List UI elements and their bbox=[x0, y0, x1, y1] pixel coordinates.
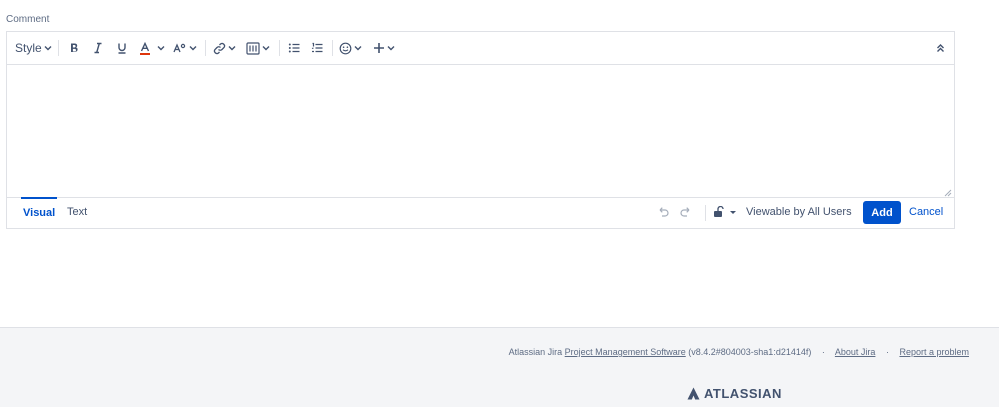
bold-button[interactable] bbox=[65, 32, 83, 64]
footer-credits: Atlassian Jira Project Management Softwa… bbox=[509, 347, 969, 357]
chevron-down-icon bbox=[157, 46, 165, 51]
text-color-icon bbox=[140, 41, 150, 55]
add-button[interactable]: Add bbox=[863, 201, 901, 224]
bold-icon bbox=[71, 43, 78, 52]
resize-handle-icon[interactable] bbox=[943, 188, 952, 197]
link-icon bbox=[213, 42, 225, 54]
emoji-icon bbox=[339, 42, 351, 54]
report-problem-link[interactable]: Report a problem bbox=[899, 347, 969, 357]
bullet-list-icon bbox=[288, 43, 300, 53]
comment-textarea[interactable] bbox=[7, 64, 954, 198]
numbered-list-button[interactable] bbox=[308, 32, 326, 64]
footer-divider bbox=[705, 205, 706, 221]
chevron-down-icon bbox=[228, 46, 235, 51]
style-label: Style bbox=[15, 41, 42, 55]
underline-button[interactable] bbox=[113, 32, 131, 64]
visibility-dropdown[interactable] bbox=[713, 206, 737, 218]
emoticon-button[interactable] bbox=[337, 32, 363, 64]
text-format-icon bbox=[173, 43, 186, 53]
link-button[interactable] bbox=[211, 32, 237, 64]
product-link[interactable]: Project Management Software bbox=[565, 347, 686, 357]
tab-visual[interactable]: Visual bbox=[21, 197, 58, 227]
collapse-toolbar-button[interactable] bbox=[931, 32, 949, 64]
chevron-down-icon bbox=[262, 46, 270, 51]
separator-dot: · bbox=[821, 347, 825, 357]
toolbar-divider bbox=[332, 40, 333, 56]
editor-footer: Visual Text Viewable by All Users Add Ca… bbox=[7, 197, 954, 228]
version-text: (v8.4.2#804003-sha1:d21414f) bbox=[688, 347, 812, 357]
chevron-down-icon bbox=[189, 46, 197, 51]
separator-dot: · bbox=[885, 347, 889, 357]
caret-down-icon bbox=[730, 211, 736, 214]
text-color-button[interactable] bbox=[136, 32, 154, 64]
italic-button[interactable] bbox=[89, 32, 107, 64]
undo-icon[interactable] bbox=[657, 207, 669, 217]
bullet-list-button[interactable] bbox=[285, 32, 303, 64]
chevron-down-icon bbox=[354, 46, 361, 51]
comment-label: Comment bbox=[6, 14, 50, 25]
redo-icon[interactable] bbox=[680, 207, 692, 217]
editor-toolbar: Style bbox=[7, 32, 954, 65]
unlock-icon bbox=[714, 206, 724, 217]
chevron-down-icon bbox=[44, 46, 52, 51]
attachment-button[interactable] bbox=[245, 32, 271, 64]
about-jira-link[interactable]: About Jira bbox=[835, 347, 876, 357]
insert-more-button[interactable] bbox=[371, 32, 397, 64]
cancel-link[interactable]: Cancel bbox=[909, 206, 943, 218]
toolbar-divider bbox=[279, 40, 280, 56]
toolbar-divider bbox=[205, 40, 206, 56]
double-chevron-up-icon bbox=[936, 44, 944, 52]
tab-text[interactable]: Text bbox=[67, 198, 87, 226]
page-footer: Atlassian Jira Project Management Softwa… bbox=[0, 327, 999, 407]
comment-editor: Style Visual Text Viewable by All Users … bbox=[6, 31, 955, 229]
attachment-icon bbox=[246, 41, 260, 55]
italic-icon bbox=[94, 42, 102, 54]
visibility-label: Viewable by All Users bbox=[746, 206, 852, 218]
text-color-dropdown[interactable] bbox=[156, 32, 166, 64]
atlassian-logo[interactable]: ATLASSIAN bbox=[687, 386, 782, 401]
chevron-down-icon bbox=[387, 46, 395, 51]
product-prefix: Atlassian Jira bbox=[508, 347, 563, 357]
toolbar-divider bbox=[58, 40, 59, 56]
underline-icon bbox=[118, 43, 126, 54]
style-dropdown[interactable]: Style bbox=[15, 32, 52, 64]
plus-icon bbox=[374, 43, 384, 53]
atlassian-logo-text: ATLASSIAN bbox=[704, 386, 782, 401]
more-formatting-button[interactable] bbox=[172, 32, 198, 64]
numbered-list-icon bbox=[311, 42, 323, 53]
atlassian-mark-icon bbox=[687, 387, 700, 400]
